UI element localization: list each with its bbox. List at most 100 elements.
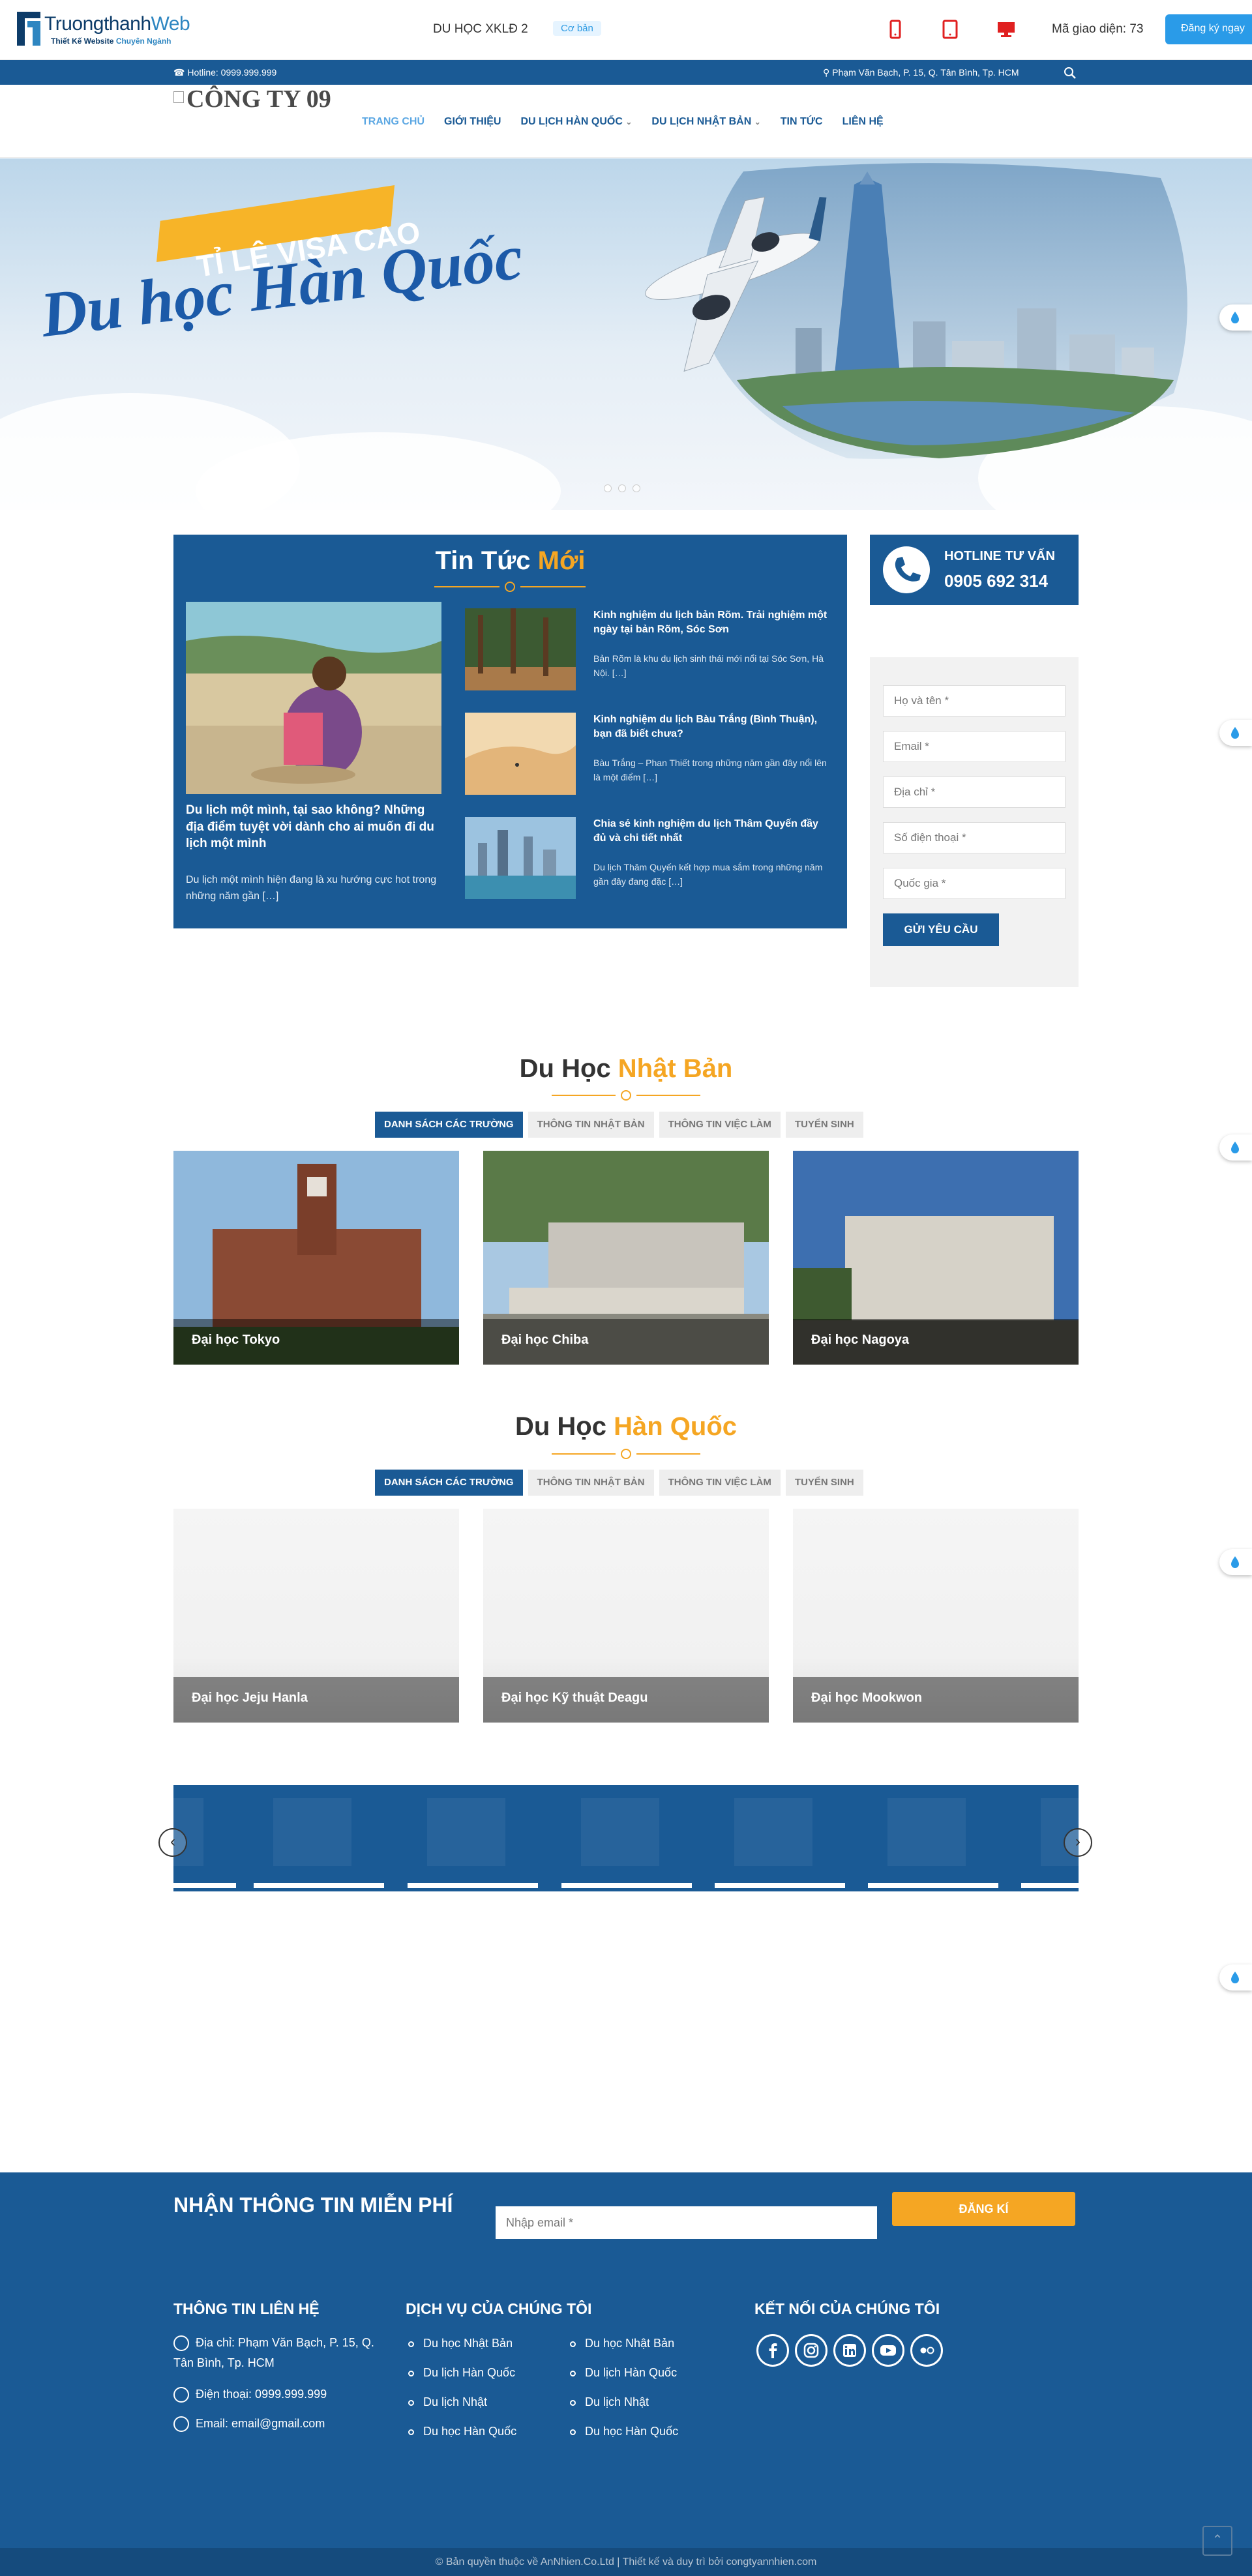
back-to-top-button[interactable]: ⌃ — [1202, 2526, 1232, 2556]
logo-mark-icon — [17, 12, 40, 46]
register-button[interactable]: Đăng ký ngay — [1165, 14, 1252, 44]
footer-services-title: DỊCH VỤ CỦA CHÚNG TÔI — [406, 2300, 592, 2317]
floating-widget-button[interactable] — [1219, 1549, 1252, 1575]
chevron-down-icon: ⌄ — [625, 117, 633, 126]
droplet-icon — [1231, 727, 1239, 739]
footer-service-link[interactable]: Du học Nhật Bản — [408, 2337, 513, 2350]
slider-prev-arrow-icon[interactable]: ‹ — [158, 1828, 187, 1857]
hotline-box[interactable]: HOTLINE TƯ VẤN 0905 692 314 — [870, 535, 1079, 605]
nav-item-japan-travel[interactable]: DU LỊCH NHẬT BẢN ⌄ — [651, 116, 760, 128]
droplet-icon — [1231, 1142, 1239, 1153]
site-logo[interactable]: TruongthanhWeb Thiết Kế Website Chuyên N… — [14, 9, 190, 50]
school-name: Đại học Jeju Hanla — [192, 1691, 308, 1705]
news-item-excerpt: Du lịch Thâm Quyến kết hợp mua sắm trong… — [593, 862, 823, 887]
phone-field[interactable]: Số điện thoại * — [883, 822, 1066, 853]
slider-dot[interactable] — [618, 484, 626, 492]
news-item-title[interactable]: Kinh nghiệm du lịch Bàu Trắng (Bình Thuậ… — [593, 713, 828, 741]
country-field[interactable]: Quốc gia * — [883, 868, 1066, 899]
footer-service-link[interactable]: Du học Nhật Bản — [570, 2337, 674, 2350]
tab-japan-info[interactable]: THÔNG TIN NHẬT BẢN — [528, 1470, 654, 1496]
nav-item-contact[interactable]: LIÊN HỆ — [842, 116, 884, 128]
news-item[interactable]: Kinh nghiệm du lịch Bàu Trắng (Bình Thuậ… — [465, 713, 830, 797]
slider-dot[interactable] — [604, 484, 612, 492]
hotline-info[interactable]: ☎ Hotline: 0999.999.999 — [173, 67, 276, 78]
chevron-up-icon: ⌃ — [1212, 2533, 1223, 2547]
partner-slide[interactable] — [254, 1798, 384, 1888]
logo-wordmark: TruongthanhWeb — [44, 13, 190, 35]
tab-job-info[interactable]: THÔNG TIN VIỆC LÀM — [659, 1112, 781, 1138]
slider-next-arrow-icon[interactable]: › — [1064, 1828, 1092, 1857]
school-card[interactable]: Đại học Kỹ thuật Deagu — [483, 1509, 769, 1723]
news-item-title[interactable]: Kinh nghiệm du lịch bản Rõm. Trải nghiệm… — [593, 608, 828, 636]
address-field[interactable]: Địa chỉ * — [883, 777, 1066, 808]
footer-contact-title: THÔNG TIN LIÊN HỆ — [173, 2300, 320, 2317]
nav-item-home[interactable]: TRANG CHỦ — [362, 116, 425, 128]
map-pin-icon: ⚲ — [823, 67, 830, 78]
featured-news-image[interactable] — [186, 602, 441, 794]
korea-tabs: DANH SÁCH CÁC TRƯỜNG THÔNG TIN NHẬT BẢN … — [375, 1470, 863, 1496]
submit-request-button[interactable]: GỬI YÊU CẦU — [883, 913, 999, 946]
footer-service-link[interactable]: Du lịch Hàn Quốc — [570, 2366, 677, 2380]
instagram-icon[interactable] — [795, 2334, 827, 2367]
footer-email[interactable]: Email: email@gmail.com — [173, 2414, 395, 2434]
mail-icon — [173, 2416, 189, 2433]
facebook-icon[interactable] — [756, 2334, 789, 2367]
featured-news-title[interactable]: Du lịch một mình, tại sao không? Những đ… — [186, 802, 441, 852]
partner-slide[interactable] — [715, 1798, 845, 1888]
tab-admissions[interactable]: TUYỂN SINH — [785, 1112, 863, 1138]
floating-widget-button[interactable] — [1219, 720, 1252, 746]
mobile-preview-icon[interactable] — [884, 18, 906, 40]
title-ornament — [434, 580, 586, 593]
tablet-preview-icon[interactable] — [939, 18, 961, 40]
desktop-preview-icon[interactable] — [995, 18, 1017, 40]
footer-address: Địa chỉ: Phạm Văn Bạch, P. 15, Q. Tân Bì… — [173, 2335, 374, 2369]
copyright-bar: © Bản quyền thuộc về AnNhien.Co.Ltd | Th… — [0, 2548, 1252, 2576]
brand-logo[interactable]: CÔNG TY 09 — [173, 85, 331, 113]
school-name: Đại học Kỹ thuật Deagu — [501, 1691, 648, 1705]
tab-japan-info[interactable]: THÔNG TIN NHẬT BẢN — [528, 1112, 654, 1138]
footer-phone[interactable]: Điện thoại: 0999.999.999 — [173, 2384, 395, 2405]
newsletter-email-input[interactable]: Nhập email * — [496, 2206, 877, 2239]
school-card[interactable]: Đại học Nagoya — [793, 1151, 1079, 1365]
news-item-title[interactable]: Chia sẻ kinh nghiệm du lịch Thâm Quyến đ… — [593, 817, 828, 845]
slider-dot[interactable] — [633, 484, 640, 492]
footer-service-link[interactable]: Du lịch Nhật — [408, 2395, 487, 2409]
search-icon[interactable] — [1063, 66, 1077, 80]
tab-school-list[interactable]: DANH SÁCH CÁC TRƯỜNG — [375, 1112, 523, 1138]
footer-social-title: KẾT NỐI CỦA CHÚNG TÔI — [754, 2300, 940, 2317]
news-item[interactable]: Chia sẻ kinh nghiệm du lịch Thâm Quyến đ… — [465, 817, 830, 902]
phone-icon — [883, 546, 930, 593]
newsletter-title: NHẬN THÔNG TIN MIỄN PHÍ — [173, 2193, 453, 2217]
school-card[interactable]: Đại học Tokyo — [173, 1151, 459, 1365]
nav-item-about[interactable]: GIỚI THIỆU — [444, 116, 501, 128]
tab-admissions[interactable]: TUYỂN SINH — [785, 1470, 863, 1496]
news-item[interactable]: Kinh nghiệm du lịch bản Rõm. Trải nghiệm… — [465, 608, 830, 693]
partner-slide[interactable] — [868, 1798, 998, 1888]
school-card[interactable]: Đại học Chiba — [483, 1151, 769, 1365]
email-field[interactable]: Email * — [883, 731, 1066, 762]
youtube-icon[interactable] — [872, 2334, 904, 2367]
partner-slide[interactable] — [408, 1798, 538, 1888]
nav-item-news[interactable]: TIN TỨC — [781, 116, 823, 128]
site-footer: NHẬN THÔNG TIN MIỄN PHÍ Nhập email * ĐĂN… — [0, 2172, 1252, 2548]
footer-service-link[interactable]: Du học Hàn Quốc — [408, 2425, 516, 2438]
footer-service-link[interactable]: Du lịch Nhật — [570, 2395, 649, 2409]
flickr-icon[interactable] — [910, 2334, 943, 2367]
tab-school-list[interactable]: DANH SÁCH CÁC TRƯỜNG — [375, 1470, 523, 1496]
seoul-skyline-illustration — [645, 163, 1187, 459]
partner-slide[interactable] — [561, 1798, 692, 1888]
tab-job-info[interactable]: THÔNG TIN VIỆC LÀM — [659, 1470, 781, 1496]
korea-section-title: Du Học Hàn Quốc — [514, 1412, 738, 1441]
name-field[interactable]: Họ và tên * — [883, 685, 1066, 717]
nav-item-korea-travel[interactable]: DU LỊCH HÀN QUỐC ⌄ — [520, 116, 632, 128]
newsletter-subscribe-button[interactable]: ĐĂNG KÍ — [892, 2192, 1075, 2226]
linkedin-icon[interactable] — [833, 2334, 866, 2367]
school-card[interactable]: Đại học Mookwon — [793, 1509, 1079, 1723]
school-card[interactable]: Đại học Jeju Hanla — [173, 1509, 459, 1723]
footer-service-link[interactable]: Du lịch Hàn Quốc — [408, 2366, 515, 2380]
floating-widget-button[interactable] — [1219, 1134, 1252, 1161]
address-info: ⚲ Phạm Văn Bạch, P. 15, Q. Tân Bình, Tp.… — [823, 67, 1019, 78]
floating-widget-button[interactable] — [1219, 1964, 1252, 1991]
footer-service-link[interactable]: Du học Hàn Quốc — [570, 2425, 678, 2438]
floating-widget-button[interactable] — [1219, 304, 1252, 331]
